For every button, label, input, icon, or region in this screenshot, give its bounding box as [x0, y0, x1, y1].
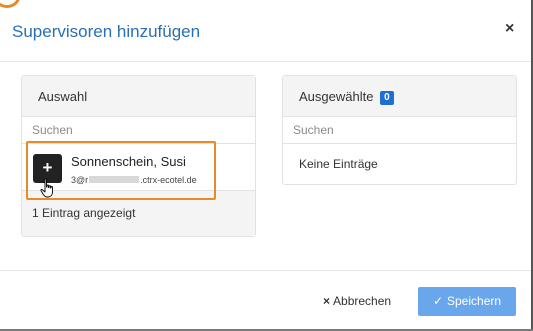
selection-panel: Auswahl Suchen + Sonnenschein, Susi 3@r.…	[21, 75, 256, 237]
save-button[interactable]: ✓ Speichern	[418, 287, 516, 316]
selected-count-badge: 0	[380, 91, 394, 105]
footer-divider	[0, 270, 531, 271]
user-email-suffix: .ctrx-ecotel.de	[140, 175, 197, 185]
close-icon: ×	[323, 294, 331, 308]
user-name: Sonnenschein, Susi	[71, 154, 186, 169]
selection-panel-header: Auswahl	[22, 76, 255, 117]
email-redaction	[89, 176, 140, 183]
dialog-header: Supervisoren hinzufügen ×	[0, 0, 531, 62]
selection-search-input[interactable]: Suchen	[22, 117, 255, 144]
selected-panel-title: Ausgewählte	[299, 89, 374, 104]
selected-panel-header: Ausgewählte 0	[283, 76, 516, 117]
cancel-button[interactable]: × Abbrechen	[323, 294, 391, 308]
checkmark-icon: ✓	[432, 294, 443, 308]
selected-search-input[interactable]: Suchen	[283, 117, 516, 144]
selection-count-text: 1 Eintrag angezeigt	[22, 191, 255, 236]
empty-list-text: Keine Einträge	[299, 157, 378, 171]
selected-panel: Ausgewählte 0 Suchen Keine Einträge	[282, 75, 517, 185]
user-email-prefix: 3@r	[71, 175, 89, 185]
cancel-label: Abbrechen	[333, 294, 392, 308]
close-icon[interactable]: ×	[505, 20, 514, 38]
list-item[interactable]: + Sonnenschein, Susi 3@r .ctrx-ecotel.de	[22, 144, 255, 191]
dialog-title: Supervisoren hinzufügen	[12, 22, 201, 41]
user-email: 3@r .ctrx-ecotel.de	[71, 175, 197, 185]
add-user-button[interactable]: +	[33, 154, 62, 183]
save-label: Speichern	[447, 294, 502, 308]
